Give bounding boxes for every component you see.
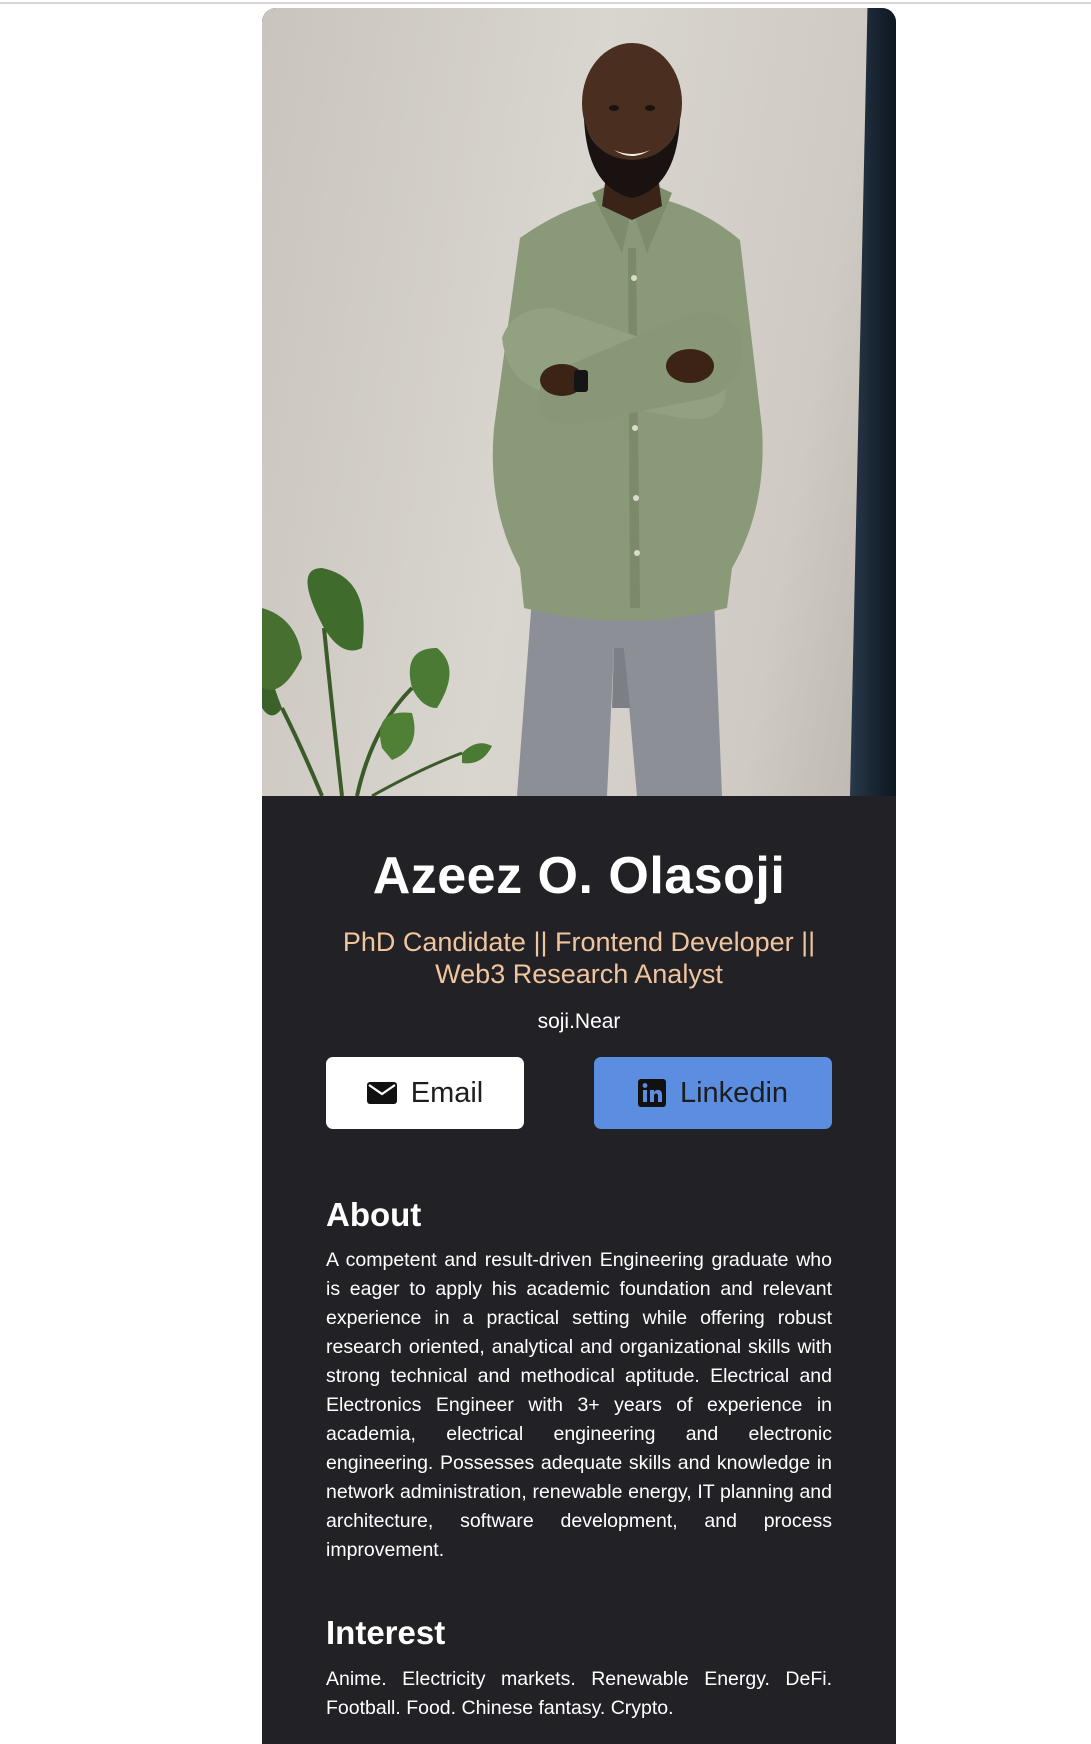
interest-heading: Interest <box>326 1614 446 1651</box>
profile-name: Azeez O. Olasoji <box>372 847 786 905</box>
about-heading: About <box>326 1196 422 1233</box>
profile-card: Azeez O. Olasoji PhD Candidate || Fronte… <box>262 8 896 1744</box>
linkedin-button-label: Linkedin <box>679 1076 789 1109</box>
plant-illustration <box>262 568 492 796</box>
linkedin-icon <box>637 1079 666 1107</box>
email-button[interactable]: Email <box>326 1057 524 1129</box>
interest-text: Anime. Electricity markets. Renewable En… <box>326 1668 832 1719</box>
envelope-icon <box>366 1082 397 1104</box>
browser-top-border <box>0 2 1091 4</box>
near-handle: soji.Near <box>537 1010 621 1033</box>
profile-photo <box>262 8 896 796</box>
linkedin-button[interactable]: Linkedin <box>594 1057 832 1129</box>
email-button-label: Email <box>410 1076 484 1109</box>
profile-headline: PhD Candidate || Frontend Developer || W… <box>342 927 816 989</box>
about-text: A competent and result-driven Engineerin… <box>326 1249 832 1561</box>
